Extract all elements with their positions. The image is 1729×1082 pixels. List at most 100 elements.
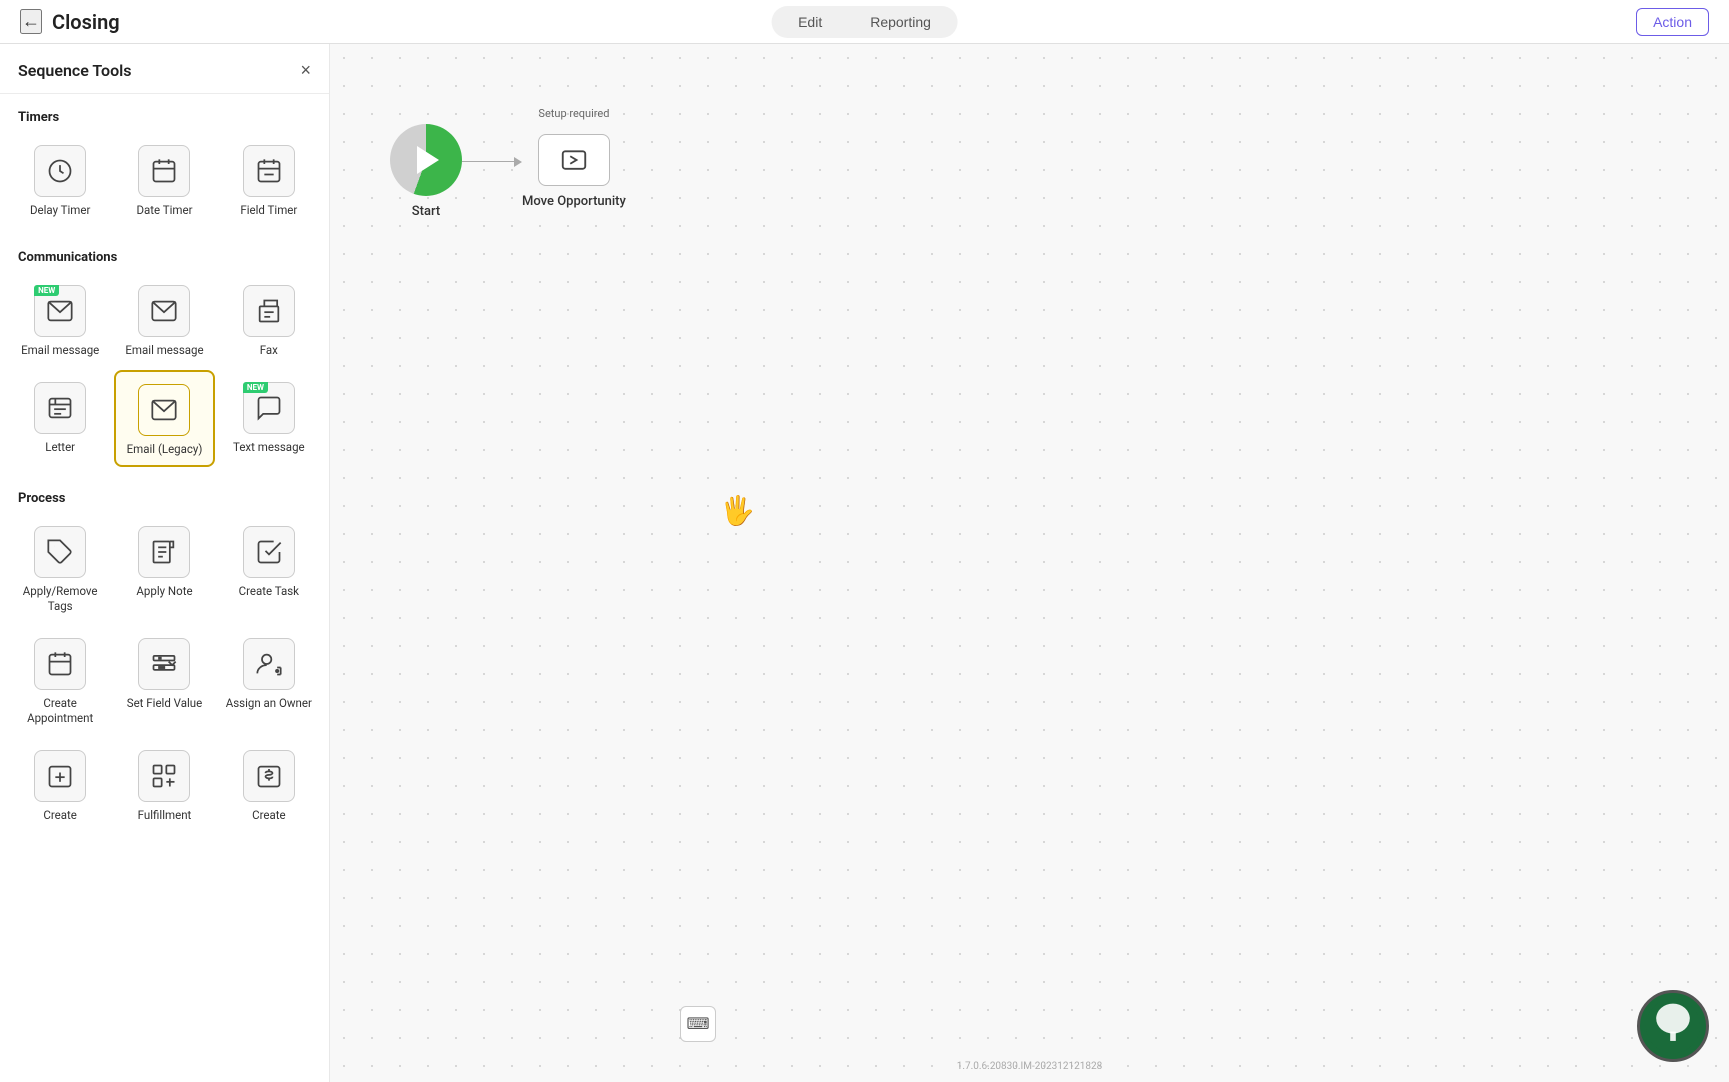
process-grid: Apply/Remove Tags Apply Note Create Task [0, 514, 329, 839]
email-message-new-label: Email message [21, 343, 99, 358]
letter-label: Letter [45, 440, 75, 455]
email-icon [46, 297, 74, 325]
tool-apply-remove-tags[interactable]: Apply/Remove Tags [10, 514, 110, 622]
arrow-head [514, 157, 522, 167]
sidebar-title: Sequence Tools [18, 61, 132, 80]
text-new-badge: NEW [243, 382, 268, 393]
create-1-label: Create [43, 808, 77, 823]
keyboard-button[interactable]: ⌨ [680, 1006, 716, 1042]
tool-date-timer[interactable]: Date Timer [114, 133, 214, 226]
tool-delay-timer[interactable]: Delay Timer [10, 133, 110, 226]
appointment-icon [46, 650, 74, 678]
move-opportunity-label: Move Opportunity [522, 194, 626, 209]
tool-create-task[interactable]: Create Task [219, 514, 319, 622]
text-message-icon [255, 394, 283, 422]
date-timer-label: Date Timer [136, 203, 192, 218]
create-2-label: Create [252, 808, 286, 823]
note-icon-box [138, 526, 190, 578]
text-message-icon-box: NEW [243, 382, 295, 434]
main-layout: Sequence Tools × Timers Delay Timer Date… [0, 44, 1729, 1082]
tool-email-legacy[interactable]: Email (Legacy) [114, 370, 214, 467]
process-section-label: Process [0, 475, 329, 514]
cursor-hand: 🖐 [720, 494, 755, 527]
sidebar-close-button[interactable]: × [300, 60, 311, 81]
arrow-line [462, 161, 514, 163]
version-label: 1.7.0.6.20830.IM-202312121828 [957, 1061, 1102, 1072]
fax-icon [255, 297, 283, 325]
fulfillment-icon-box [138, 750, 190, 802]
note-icon [150, 538, 178, 566]
email-message-2-icon-box [138, 285, 190, 337]
canvas-area[interactable]: Start Setup required Move Opportunity 🖐 … [330, 44, 1729, 1082]
fax-icon-box [243, 285, 295, 337]
field-value-icon-box [138, 638, 190, 690]
tool-create-appointment[interactable]: Create Appointment [10, 626, 110, 734]
assign-owner-icon [255, 650, 283, 678]
field-timer-icon-box [243, 145, 295, 197]
play-icon [417, 146, 439, 174]
timers-section-label: Timers [0, 94, 329, 133]
tab-reporting[interactable]: Reporting [846, 9, 955, 35]
create-dollar-icon-box [243, 750, 295, 802]
tab-edit[interactable]: Edit [774, 9, 846, 35]
letter-icon [46, 394, 74, 422]
assign-owner-icon-box [243, 638, 295, 690]
calendar-field-icon [255, 157, 283, 185]
fulfillment-icon [150, 762, 178, 790]
tool-apply-note[interactable]: Apply Note [114, 514, 214, 622]
email-legacy-icon [150, 396, 178, 424]
task-icon [255, 538, 283, 566]
sidebar-header: Sequence Tools × [0, 44, 329, 94]
tool-fax[interactable]: Fax [219, 273, 319, 366]
tool-fulfillment[interactable]: Fulfillment [114, 738, 214, 831]
email-legacy-icon-box [138, 384, 190, 436]
delay-timer-label: Delay Timer [30, 203, 90, 218]
move-opportunity-box[interactable]: Setup required [538, 134, 610, 186]
field-timer-label: Field Timer [240, 203, 297, 218]
sidebar: Sequence Tools × Timers Delay Timer Date… [0, 44, 330, 1082]
set-field-value-label: Set Field Value [127, 696, 202, 711]
tool-field-timer[interactable]: Field Timer [219, 133, 319, 226]
task-icon-box [243, 526, 295, 578]
letter-icon-box [34, 382, 86, 434]
header: ← Closing Edit Reporting Action [0, 0, 1729, 44]
tag-icon-box [34, 526, 86, 578]
fulfillment-label: Fulfillment [138, 808, 192, 823]
create-plus-icon-box [34, 750, 86, 802]
start-node[interactable]: Start [390, 124, 462, 219]
delay-timer-icon-box [34, 145, 86, 197]
action-button[interactable]: Action [1636, 8, 1709, 36]
tool-letter[interactable]: Letter [10, 370, 110, 467]
start-node-label: Start [412, 204, 440, 219]
tool-email-message-2[interactable]: Email message [114, 273, 214, 366]
flow-container: Start Setup required Move Opportunity [390, 124, 626, 219]
tool-assign-owner[interactable]: Assign an Owner [219, 626, 319, 734]
keyboard-icon: ⌨ [686, 1014, 709, 1034]
tool-email-message-new[interactable]: NEW Email message [10, 273, 110, 366]
apply-remove-tags-label: Apply/Remove Tags [14, 584, 106, 614]
apply-note-label: Apply Note [136, 584, 192, 599]
app-logo [1637, 990, 1709, 1062]
tool-text-message[interactable]: NEW Text message [219, 370, 319, 467]
clock-icon [46, 157, 74, 185]
move-opportunity-node[interactable]: Setup required Move Opportunity [522, 134, 626, 209]
email-legacy-label: Email (Legacy) [127, 442, 203, 457]
tool-create-1[interactable]: Create [10, 738, 110, 831]
tool-create-2[interactable]: Create [219, 738, 319, 831]
communications-grid: NEW Email message Email message Fax [0, 273, 329, 475]
create-appointment-label: Create Appointment [14, 696, 106, 726]
tool-set-field-value[interactable]: Set Field Value [114, 626, 214, 734]
move-opportunity-icon [559, 145, 589, 175]
header-tabs: Edit Reporting [771, 6, 958, 38]
set-field-icon [150, 650, 178, 678]
start-circle[interactable] [390, 124, 462, 196]
appt-icon-box [34, 638, 86, 690]
setup-required-label: Setup required [538, 107, 609, 120]
calendar-icon [150, 157, 178, 185]
back-arrow-icon: ← [22, 11, 40, 32]
date-timer-icon-box [138, 145, 190, 197]
timers-grid: Delay Timer Date Timer Field Timer [0, 133, 329, 234]
fax-label: Fax [260, 343, 278, 358]
assign-owner-label: Assign an Owner [226, 696, 312, 711]
back-button[interactable]: ← [20, 9, 42, 34]
